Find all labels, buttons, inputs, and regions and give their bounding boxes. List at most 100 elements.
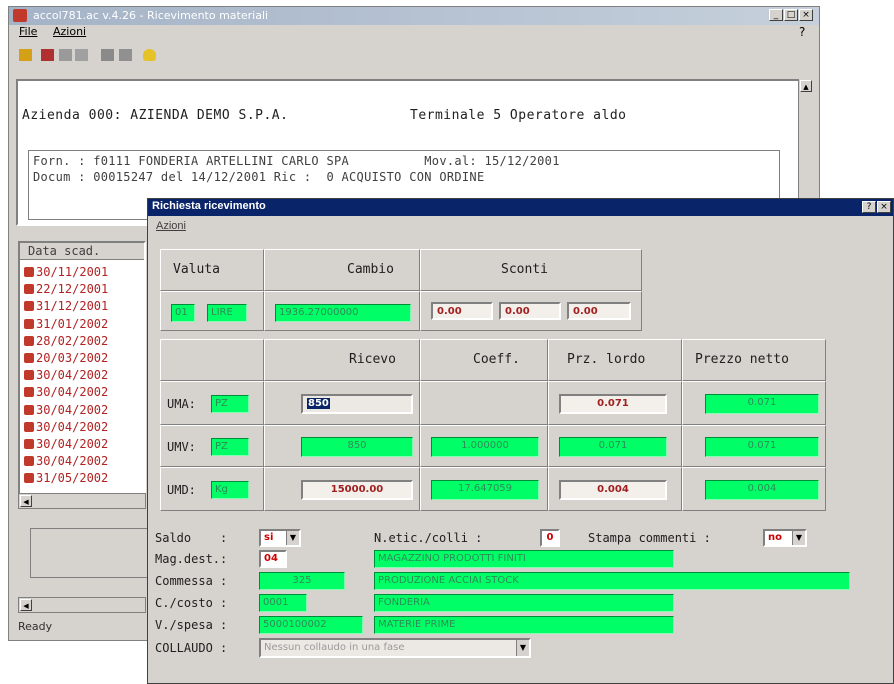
umd-coeff-field[interactable]: 17.647059 <box>431 480 539 500</box>
date-row[interactable]: 30/11/2001 <box>24 265 108 279</box>
scroll-left-icon[interactable]: ◀ <box>20 599 32 611</box>
date-row[interactable]: 22/12/2001 <box>24 282 108 296</box>
umd-prz-lordo-field[interactable]: 0.004 <box>559 480 667 500</box>
scroll-up-icon[interactable]: ▲ <box>800 80 812 92</box>
collaudo-select[interactable]: Nessun collaudo in una fase ▼ <box>259 638 531 658</box>
dates-column-header[interactable]: Data scad. <box>20 243 144 260</box>
saldo-value: si <box>264 532 274 543</box>
date-row[interactable]: 31/12/2001 <box>24 299 108 313</box>
lightbulb-icon[interactable] <box>143 49 156 61</box>
cambio-value-cell: 1936.27000000 <box>264 291 420 331</box>
sconti-value-cell: 0.00 0.00 0.00 <box>420 291 642 331</box>
uma-prezzo-netto-field[interactable]: 0.071 <box>705 394 819 414</box>
saldo-label: Saldo : <box>155 531 228 545</box>
voce-spesa-code-field[interactable]: 5000100002 <box>259 616 363 634</box>
umv-unit-field[interactable]: PZ <box>211 438 249 456</box>
centro-costo-label: C./costo : <box>155 596 228 610</box>
mag-dest-code-field[interactable]: 04 <box>259 550 287 568</box>
dialog-menu-azioni[interactable]: Azioni <box>156 220 186 232</box>
help-icon[interactable]: ? <box>799 25 805 39</box>
close-icon[interactable]: × <box>799 9 813 21</box>
bottom-horizontal-scrollbar[interactable]: ◀ <box>18 597 146 613</box>
menu-file[interactable]: File <box>19 25 37 38</box>
date-value: 30/04/2002 <box>36 368 109 383</box>
umd-prezzo-netto-cell: 0.004 <box>682 467 826 511</box>
scroll-left-icon[interactable]: ◀ <box>20 495 32 507</box>
list-horizontal-scrollbar[interactable]: ◀ <box>18 493 146 509</box>
uma-label-cell: UMA: PZ <box>160 381 264 425</box>
next-icon[interactable] <box>75 49 88 61</box>
company-line: Azienda 000: AZIENDA DEMO S.P.A. <box>22 108 289 123</box>
coeff-header: Coeff. <box>473 352 520 367</box>
umd-prezzo-netto-field[interactable]: 0.004 <box>705 480 819 500</box>
date-value: 30/04/2002 <box>36 454 109 469</box>
app-icon <box>13 9 27 22</box>
uma-ricevo-value: 850 <box>307 398 330 409</box>
due-dates-list[interactable]: Data scad. 30/11/2001 22/12/2001 31/12/200… <box>18 241 146 509</box>
date-row[interactable]: 20/03/2002 <box>24 351 108 365</box>
chevron-down-icon[interactable]: ▼ <box>286 531 299 545</box>
voce-spesa-label: V./spesa : <box>155 618 228 632</box>
date-row[interactable]: 30/04/2002 <box>24 368 108 382</box>
umv-prz-lordo-cell: 0.071 <box>548 425 682 467</box>
date-value: 30/11/2001 <box>36 265 109 279</box>
date-row[interactable]: 31/05/2002 <box>24 471 108 485</box>
umd-unit-field[interactable]: Kg <box>211 481 249 499</box>
chevron-down-icon[interactable]: ▼ <box>792 531 805 545</box>
centro-costo-code-field[interactable]: 0001 <box>259 594 307 612</box>
print-icon[interactable] <box>101 49 114 61</box>
saldo-select[interactable]: si ▼ <box>259 529 301 547</box>
date-value: 30/04/2002 <box>36 419 109 434</box>
date-row[interactable]: 30/04/2002 <box>24 420 108 434</box>
cambio-header: Cambio <box>347 262 394 277</box>
date-row[interactable]: 28/02/2002 <box>24 334 108 348</box>
previous-icon[interactable] <box>59 49 72 61</box>
date-row[interactable]: 30/04/2002 <box>24 454 108 468</box>
date-row[interactable]: 30/04/2002 <box>24 403 108 417</box>
uma-prezzo-netto-cell: 0.071 <box>682 381 826 425</box>
main-titlebar: accol781.ac v.4.26 - Ricevimento materia… <box>9 7 819 25</box>
umd-prz-lordo-cell: 0.004 <box>548 467 682 511</box>
date-value: 31/05/2002 <box>36 471 109 486</box>
date-row[interactable]: 30/04/2002 <box>24 385 108 399</box>
netic-field[interactable]: 0 <box>540 529 560 547</box>
list-icon[interactable] <box>119 49 132 61</box>
umv-coeff-field[interactable]: 1.000000 <box>431 437 539 457</box>
maximize-icon[interactable]: □ <box>784 9 798 21</box>
warning-icon <box>24 284 34 295</box>
minimize-icon[interactable]: _ <box>769 9 783 21</box>
umv-ricevo-field[interactable]: 850 <box>301 437 413 457</box>
date-value: 31/01/2002 <box>36 316 109 331</box>
open-folder-icon[interactable] <box>19 49 32 61</box>
warning-icon <box>24 473 34 484</box>
commessa-description: PRODUZIONE ACCIAI STOCK <box>374 572 850 590</box>
mag-dest-description: MAGAZZINO PRODOTTI FINITI <box>374 550 674 568</box>
umv-prz-lordo-field[interactable]: 0.071 <box>559 437 667 457</box>
valuta-code-field[interactable]: 01 <box>171 304 195 322</box>
coeff-header-cell: Coeff. <box>420 339 548 381</box>
chevron-down-icon[interactable]: ▼ <box>516 640 529 656</box>
menu-azioni[interactable]: Azioni <box>53 25 86 38</box>
uma-prz-lordo-field[interactable]: 0.071 <box>559 394 667 414</box>
cambio-field[interactable]: 1936.27000000 <box>275 304 411 322</box>
date-row[interactable]: 30/04/2002 <box>24 437 108 451</box>
umd-ricevo-field[interactable]: 15000.00 <box>301 480 413 500</box>
umv-coeff-cell: 1.000000 <box>420 425 548 467</box>
uma-unit-field[interactable]: PZ <box>211 395 249 413</box>
uma-ricevo-field[interactable]: 850 <box>301 394 413 414</box>
mag-dest-label: Mag.dest.: <box>155 552 228 566</box>
help-icon[interactable]: ? <box>862 201 876 213</box>
sconto-3-field[interactable]: 0.00 <box>567 302 631 320</box>
sconto-1-field[interactable]: 0.00 <box>431 302 493 320</box>
valuta-name-field[interactable]: LIRE <box>207 304 247 322</box>
date-row[interactable]: 31/01/2002 <box>24 317 108 331</box>
umv-prezzo-netto-field[interactable]: 0.071 <box>705 437 819 457</box>
commessa-code-field[interactable]: 325 <box>259 572 345 590</box>
stampa-commenti-select[interactable]: no ▼ <box>763 529 807 547</box>
delete-icon[interactable] <box>41 49 54 61</box>
commessa-label: Commessa : <box>155 574 228 588</box>
stampa-commenti-value: no <box>768 532 782 543</box>
close-icon[interactable]: × <box>877 201 891 213</box>
warning-icon <box>24 387 34 398</box>
sconto-2-field[interactable]: 0.00 <box>499 302 561 320</box>
